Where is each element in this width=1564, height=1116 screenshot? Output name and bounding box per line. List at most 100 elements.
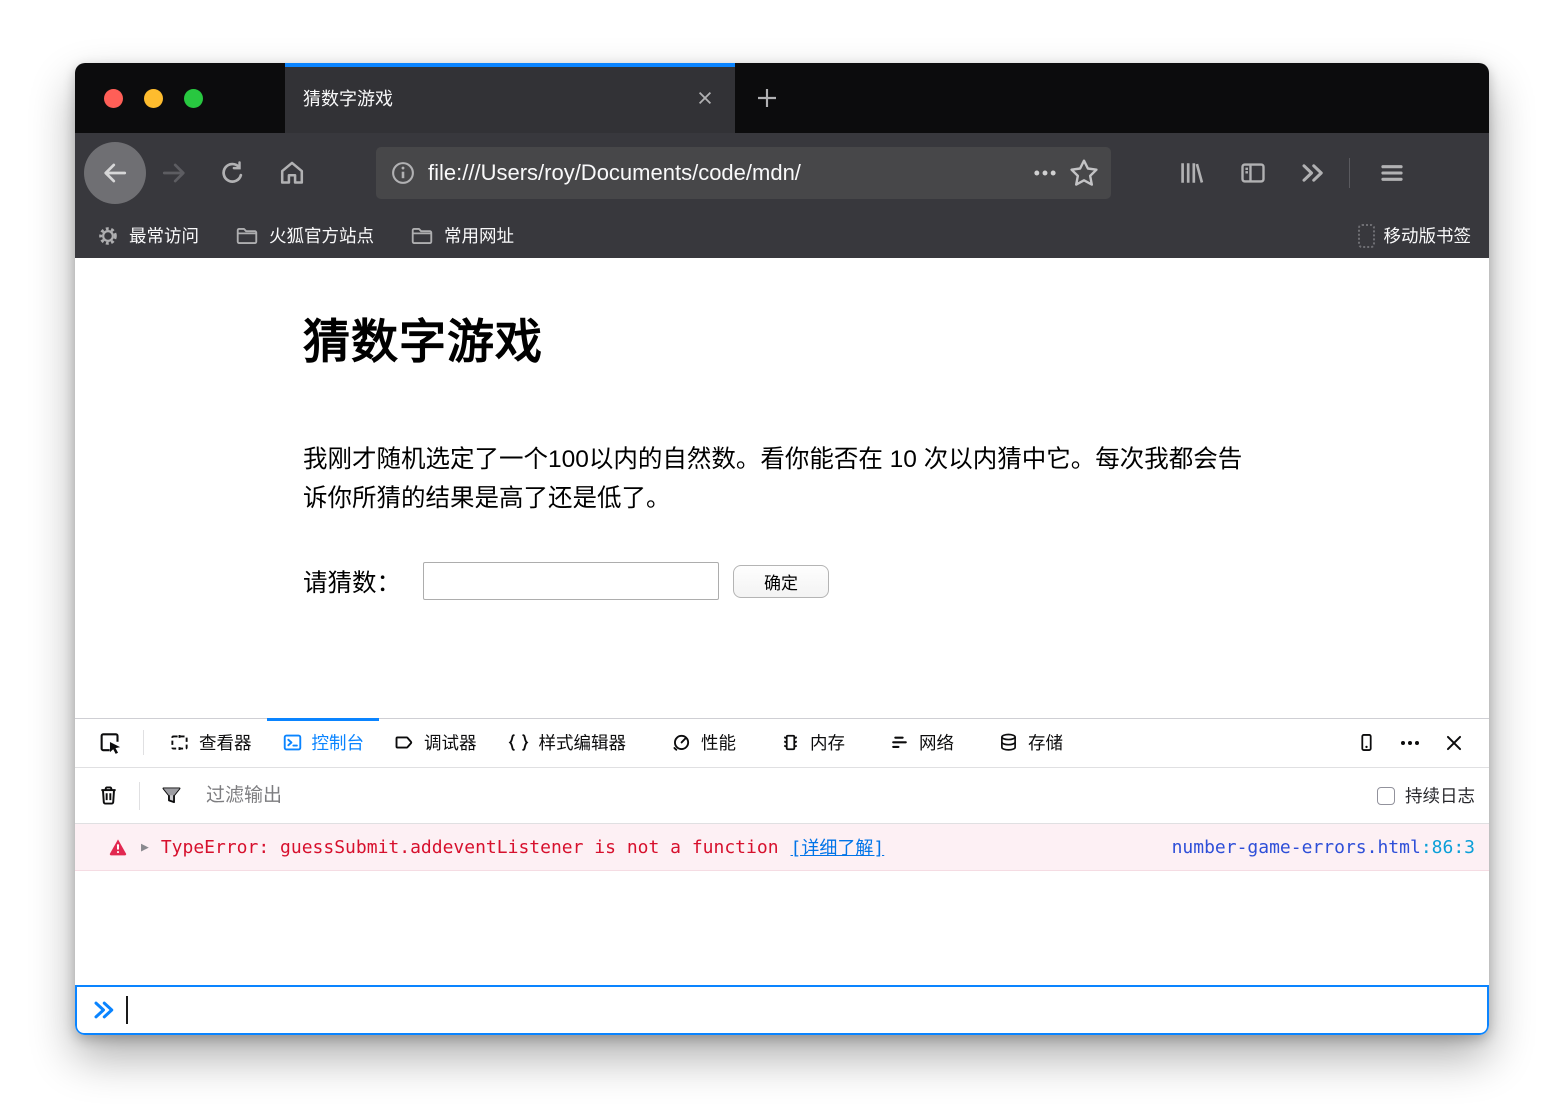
console-input-row[interactable] [75,985,1489,1035]
page-title: 猜数字游戏 [303,303,1489,372]
bookmarks-toolbar: 最常访问 火狐官方站点 常用网址 移动版书签 [75,213,1489,258]
network-icon [889,732,910,753]
bookmark-star-icon[interactable] [1069,158,1099,188]
devtools-panel: 查看器 控制台 调试器 [75,718,1489,1035]
devtools-tab-label: 内存 [810,730,845,755]
submit-guess-button[interactable]: 确定 [733,565,829,598]
home-button[interactable] [270,151,314,195]
forward-button[interactable] [152,151,196,195]
sidebar-button[interactable] [1231,151,1275,195]
reload-button[interactable] [210,151,254,195]
folder-icon [235,225,259,247]
url-bar[interactable]: file:///Users/roy/Documents/code/mdn/ [376,147,1111,199]
element-picker-icon [98,730,124,756]
devtools-options-button[interactable] [1391,724,1429,762]
error-source-position: :86:3 [1421,837,1475,858]
toolbar-right [1169,151,1414,195]
bookmark-folder-firefox[interactable]: 火狐官方站点 [235,223,374,248]
double-chevron-right-icon [1298,158,1328,188]
back-arrow-icon [100,158,130,188]
site-info-icon[interactable] [390,160,416,186]
library-button[interactable] [1169,151,1213,195]
browser-window: 猜数字游戏 [75,63,1489,1035]
devtools-tab-console[interactable]: 控制台 [267,718,380,767]
tab-strip: 猜数字游戏 [75,63,1489,133]
mobile-phone-icon [1358,224,1375,248]
error-source-location[interactable]: number-game-errors.html:86:3 [1172,837,1475,858]
bookmark-label: 移动版书签 [1384,223,1472,248]
back-button[interactable] [84,142,146,204]
devtools-close-button[interactable] [1435,724,1473,762]
clear-console-button[interactable] [89,777,127,815]
trash-icon [97,784,120,807]
navigation-toolbar: file:///Users/roy/Documents/code/mdn/ [75,133,1489,213]
devtools-toolbar-right [1347,718,1489,767]
zoom-window-button[interactable] [184,89,203,108]
devtools-tab-debugger[interactable]: 调试器 [379,718,492,767]
meatballs-icon [1398,731,1422,755]
memory-icon [780,732,801,753]
element-picker-button[interactable] [89,718,133,767]
funnel-icon [160,784,183,807]
window-controls [75,63,285,133]
bookmark-label: 最常访问 [129,223,199,248]
persist-logs-control[interactable]: 持续日志 [1377,783,1475,808]
filter-button[interactable] [152,777,190,815]
minimize-window-button[interactable] [144,89,163,108]
devtools-tab-label: 样式编辑器 [539,730,627,755]
performance-icon [670,732,692,754]
url-text[interactable]: file:///Users/roy/Documents/code/mdn/ [428,160,1021,186]
devtools-tab-storage[interactable]: 存储 [983,718,1078,767]
responsive-design-icon [1356,732,1377,753]
learn-more-link[interactable]: [详细了解] [791,834,885,860]
error-message: TypeError: guessSubmit.addeventListener … [161,837,779,858]
devtools-tab-label: 调试器 [424,730,477,755]
console-toolbar-separator [139,782,140,810]
menu-button[interactable] [1370,151,1414,195]
plus-icon [755,86,779,110]
page-content: 猜数字游戏 我刚才随机选定了一个100以内的自然数。看你能否在 10 次以内猜中… [75,258,1489,718]
page-actions-icon[interactable] [1031,159,1059,187]
gear-icon [97,225,119,247]
bookmark-folder-common[interactable]: 常用网址 [410,223,514,248]
desktop: 猜数字游戏 [0,0,1564,1116]
persist-logs-label: 持续日志 [1405,783,1475,808]
error-icon [109,838,127,856]
guess-input[interactable] [423,562,719,600]
new-tab-button[interactable] [735,63,799,133]
persist-logs-checkbox[interactable] [1377,787,1395,805]
library-icon [1177,159,1205,187]
sidebar-icon [1239,159,1267,187]
devtools-tab-label: 网络 [919,730,954,755]
forward-arrow-icon [159,158,189,188]
bookmark-most-visited[interactable]: 最常访问 [97,223,199,248]
overflow-menu-button[interactable] [1291,151,1335,195]
devtools-tab-inspector[interactable]: 查看器 [154,718,267,767]
devtools-tabbar: 查看器 控制台 调试器 [75,718,1489,768]
error-source-file[interactable]: number-game-errors.html [1172,837,1421,858]
console-prompt-icon [90,995,120,1025]
filter-output-input[interactable] [206,785,626,807]
folder-icon [410,225,434,247]
devtools-tab-network[interactable]: 网络 [874,718,969,767]
storage-icon [998,732,1019,753]
bookmark-label: 常用网址 [444,223,514,248]
devtools-tab-performance[interactable]: 性能 [655,718,751,767]
browser-tab[interactable]: 猜数字游戏 [285,63,735,133]
home-icon [278,159,306,187]
devtools-tab-label: 查看器 [199,730,252,755]
console-toolbar: 持续日志 [75,768,1489,824]
console-error-row[interactable]: ▶ TypeError: guessSubmit.addeventListene… [75,824,1489,871]
devtools-tab-label: 存储 [1028,730,1063,755]
bookmark-mobile[interactable]: 移动版书签 [1358,223,1472,248]
expand-caret-icon[interactable]: ▶ [141,840,149,855]
close-window-button[interactable] [104,89,123,108]
responsive-design-button[interactable] [1347,724,1385,762]
hamburger-icon [1378,159,1406,187]
devtools-tab-style-editor[interactable]: 样式编辑器 [492,718,642,767]
tab-close-icon[interactable] [691,84,719,112]
devtools-tab-label: 性能 [701,730,736,755]
console-icon [282,732,303,753]
devtools-tab-memory[interactable]: 内存 [765,718,860,767]
guess-label: 请猜数： [303,564,401,599]
